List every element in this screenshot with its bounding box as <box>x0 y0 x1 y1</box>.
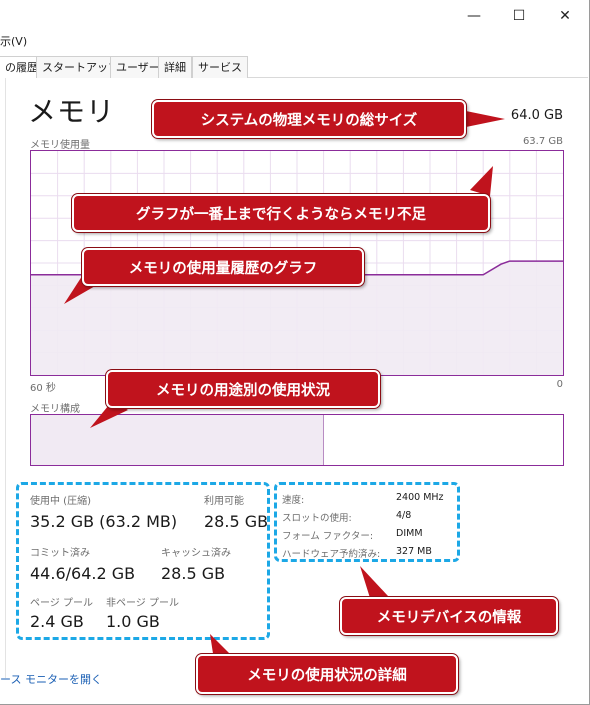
usage-details-highlight <box>16 482 270 640</box>
memory-composition-bar <box>30 414 564 466</box>
graph-time-end: 0 <box>556 379 563 390</box>
callout-shortage: グラフが一番上まで行くようならメモリ不足 <box>72 194 490 232</box>
usage-graph-max: 63.7 GB <box>522 136 563 147</box>
callout-history-graph: メモリの使用量履歴のグラフ <box>82 248 364 286</box>
graph-time-start: 60 秒 <box>30 383 56 394</box>
tab-details[interactable]: 詳細 <box>158 56 192 78</box>
callout-total-size: システムの物理メモリの総サイズ <box>152 100 466 138</box>
minimize-button[interactable]: — <box>452 0 496 32</box>
title-bar: — ☐ ✕ <box>0 0 588 32</box>
usage-graph-label: メモリ使用量 <box>30 140 90 151</box>
callout-device-info: メモリデバイスの情報 <box>340 597 558 635</box>
menu-view[interactable]: 示(V) <box>0 35 27 48</box>
composition-label: メモリ構成 <box>30 404 80 415</box>
tab-bar: の履歴 スタートアップ ユーザー 詳細 サービス <box>0 54 588 78</box>
maximize-icon: ☐ <box>512 8 526 24</box>
tab-services[interactable]: サービス <box>192 56 248 78</box>
close-button[interactable]: ✕ <box>543 0 587 32</box>
callout-composition: メモリの用途別の使用状況 <box>106 370 380 408</box>
maximize-button[interactable]: ☐ <box>497 0 541 32</box>
sidebar-edge <box>0 78 6 678</box>
callout-usage-details: メモリの使用状況の詳細 <box>196 654 458 694</box>
total-memory-value: 64.0 GB <box>510 108 563 123</box>
resource-monitor-link[interactable]: ース モニターを開く <box>0 671 102 687</box>
menu-bar: 示(V) <box>0 32 27 52</box>
composition-in-use <box>31 415 324 465</box>
device-info-highlight <box>274 482 460 562</box>
composition-available <box>324 415 563 465</box>
close-icon: ✕ <box>559 8 571 24</box>
minimize-icon: — <box>467 8 481 24</box>
page-title: メモリ <box>28 95 116 128</box>
